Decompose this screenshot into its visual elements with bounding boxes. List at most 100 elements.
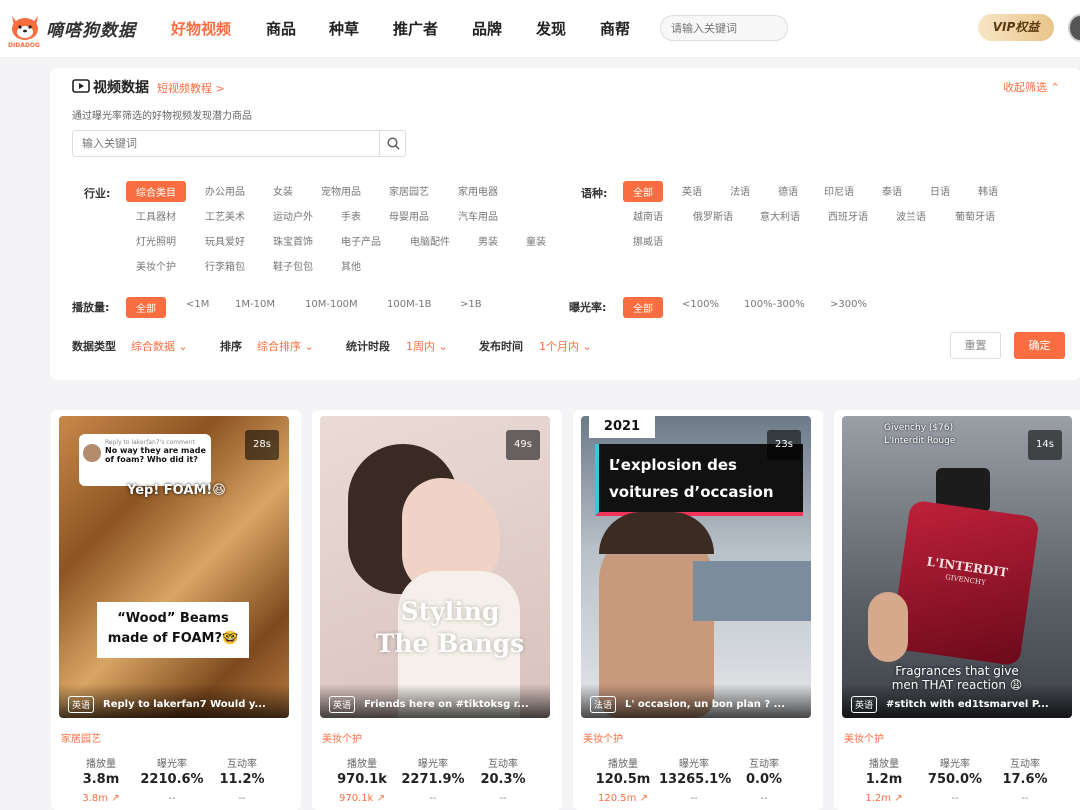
dog-logo-icon[interactable] (8, 10, 42, 44)
filter-panel: 视频数据 短视频教程 > 收起筛选 ⌃ 通过曝光率筛选的好物视频发现潜力商品 行… (50, 68, 1080, 380)
video-card[interactable]: 2021 L’explosion des voitures d’occasion… (573, 410, 823, 810)
data-type-label: 数据类型 (72, 340, 116, 353)
industry-chip[interactable]: 工艺美术 (205, 208, 245, 223)
language-chip[interactable]: 英语 (682, 183, 702, 198)
language-chip[interactable]: 葡萄牙语 (955, 208, 995, 223)
interaction-sub: -- (1021, 793, 1029, 804)
category-tag: 家居园艺 (61, 734, 101, 745)
tutorial-link[interactable]: 短视频教程 > (157, 80, 225, 96)
industry-chip[interactable]: 运动户外 (273, 208, 313, 223)
plays-value: 1.2m (865, 772, 903, 787)
language-chip[interactable]: 法语 (730, 183, 750, 198)
keyword-search-input[interactable] (73, 131, 379, 156)
language-chip[interactable]: 俄罗斯语 (693, 208, 733, 223)
video-card[interactable]: Reply to lakerfan7's comment No way they… (51, 410, 301, 810)
industry-chip[interactable]: 家居园艺 (389, 183, 429, 198)
video-card[interactable]: Givenchy ($76) L'Interdit Rouge L'INTERD… (834, 410, 1080, 810)
plays-chip[interactable]: 1M-10M (235, 299, 275, 310)
nav-videos[interactable]: 好物视频 (171, 18, 231, 39)
plays-chip[interactable]: 100M-1B (387, 299, 432, 310)
metric-label: 互动率 (227, 759, 257, 770)
language-chip[interactable]: 挪威语 (633, 233, 663, 248)
video-thumbnail[interactable]: Reply to lakerfan7's comment No way they… (59, 416, 289, 718)
industry-chip[interactable]: 电子产品 (341, 233, 381, 248)
industry-chip[interactable]: 电脑配件 (410, 233, 450, 248)
language-chip-all[interactable]: 全部 (623, 181, 663, 202)
nav-brands[interactable]: 品牌 (472, 18, 502, 39)
language-chip[interactable]: 德语 (778, 183, 798, 198)
avatar[interactable] (1068, 14, 1080, 42)
industry-chip[interactable]: 行李箱包 (205, 258, 245, 273)
language-chip[interactable]: 日语 (930, 183, 950, 198)
language-chip[interactable]: 意大利语 (760, 208, 800, 223)
video-icon (72, 79, 90, 93)
nav-business[interactable]: 商帮 (600, 18, 630, 39)
plays-value: 120.5m (595, 772, 651, 787)
period-dropdown[interactable]: 1周内 ⌄ (406, 338, 448, 354)
top-navbar: 嘀嗒狗数据 DIDADOG 好物视频 商品 种草 推广者 品牌 发现 商帮 VI… (0, 0, 1080, 58)
search-button[interactable] (379, 131, 406, 156)
nav-promoters[interactable]: 推广者 (393, 18, 438, 39)
industry-chip[interactable]: 工具器材 (136, 208, 176, 223)
nav-discover[interactable]: 发现 (536, 18, 566, 39)
exposure-chip[interactable]: <100% (682, 299, 719, 310)
industry-chip[interactable]: 汽车用品 (458, 208, 498, 223)
exposure-chip-all[interactable]: 全部 (623, 297, 663, 318)
reset-button[interactable]: 重置 (950, 332, 1001, 359)
language-chip[interactable]: 韩语 (978, 183, 998, 198)
perfume-bottle: L'INTERDIT GIVENCHY (890, 499, 1040, 667)
industry-chip[interactable]: 男装 (478, 233, 498, 248)
plays-value: 3.8m (82, 772, 120, 787)
video-title: Reply to lakerfan7 Would y... (103, 699, 266, 710)
industry-chip[interactable]: 珠宝首饰 (273, 233, 313, 248)
sort-label: 排序 (220, 340, 242, 353)
language-chip[interactable]: 越南语 (633, 208, 663, 223)
language-chip[interactable]: 泰语 (882, 183, 902, 198)
industry-chip-all[interactable]: 综合类目 (126, 181, 186, 202)
industry-chip[interactable]: 鞋子包包 (273, 258, 313, 273)
confirm-button[interactable]: 确定 (1014, 332, 1065, 359)
video-thumbnail[interactable]: 2021 L’explosion des voitures d’occasion… (581, 416, 811, 718)
publish-time-dropdown[interactable]: 1个月内 ⌄ (539, 338, 592, 354)
exposure-value: 750.0% (927, 772, 983, 787)
industry-chip[interactable]: 玩具爱好 (205, 233, 245, 248)
caption-bar: 法语 L' occasion, un bon plan ? ... (581, 684, 811, 718)
vip-button[interactable]: VIP权益 (978, 14, 1054, 41)
nav-products[interactable]: 商品 (266, 18, 296, 39)
sort-dropdown[interactable]: 综合排序 ⌄ (257, 338, 314, 354)
language-chip[interactable]: 波兰语 (896, 208, 926, 223)
interaction-value: 0.0% (745, 772, 783, 787)
industry-chip[interactable]: 女装 (273, 183, 293, 198)
overlay-text: Yep! FOAM!😆 (127, 483, 226, 498)
data-type-dropdown[interactable]: 综合数据 ⌄ (131, 338, 188, 354)
keyword-search-box (72, 130, 406, 157)
language-chip[interactable]: 印尼语 (824, 183, 854, 198)
plays-chip[interactable]: >1B (460, 299, 482, 310)
collapse-filter-button[interactable]: 收起筛选 ⌃ (1003, 79, 1060, 95)
industry-chip[interactable]: 美妆个护 (136, 258, 176, 273)
video-card[interactable]: Styling The Bangs 英语 Friends here on #tik… (312, 410, 562, 810)
industry-chip[interactable]: 手表 (341, 208, 361, 223)
brand-name[interactable]: 嘀嗒狗数据 (46, 16, 136, 41)
industry-chip[interactable]: 宠物用品 (321, 183, 361, 198)
top-search-input[interactable] (660, 15, 788, 41)
duration-badge: 14s (1028, 430, 1062, 460)
nav-seeding[interactable]: 种草 (329, 18, 359, 39)
plays-chip[interactable]: 10M-100M (305, 299, 358, 310)
exposure-chip[interactable]: >300% (830, 299, 867, 310)
caption-bar: 英语 Reply to lakerfan7 Would y... (59, 684, 289, 718)
video-thumbnail[interactable]: Givenchy ($76) L'Interdit Rouge L'INTERD… (842, 416, 1072, 718)
plays-chip-all[interactable]: 全部 (126, 297, 166, 318)
industry-chip[interactable]: 灯光照明 (136, 233, 176, 248)
industry-chip[interactable]: 童装 (526, 233, 546, 248)
industry-chip[interactable]: 办公用品 (205, 183, 245, 198)
exposure-chip[interactable]: 100%-300% (744, 299, 805, 310)
metric-label: 播放量 (347, 759, 377, 770)
duration-badge: 28s (245, 430, 279, 460)
plays-chip[interactable]: <1M (186, 299, 209, 310)
industry-chip[interactable]: 家用电器 (458, 183, 498, 198)
video-thumbnail[interactable]: Styling The Bangs 英语 Friends here on #tik… (320, 416, 550, 718)
industry-chip[interactable]: 母婴用品 (389, 208, 429, 223)
language-chip[interactable]: 西班牙语 (828, 208, 868, 223)
industry-chip[interactable]: 其他 (341, 258, 361, 273)
